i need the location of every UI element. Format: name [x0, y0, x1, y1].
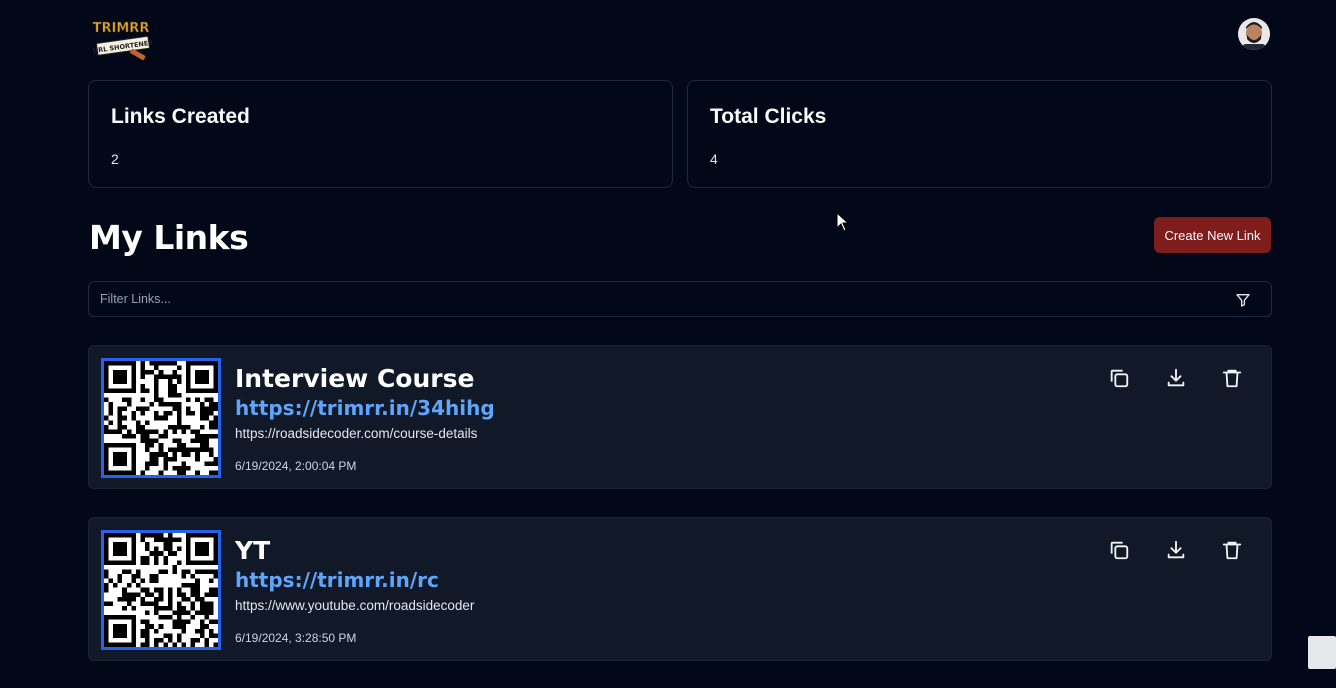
link-card[interactable]: Interview Course https://trimrr.in/34hih… [88, 345, 1272, 489]
created-date: 6/19/2024, 2:00:04 PM [235, 459, 357, 473]
copy-button[interactable] [1107, 538, 1131, 562]
links-created-value: 2 [111, 151, 119, 167]
original-url: https://www.youtube.com/roadsidecoder [235, 598, 475, 613]
total-clicks-card: Total Clicks 4 [687, 80, 1272, 188]
short-url-link[interactable]: https://trimrr.in/34hihg [235, 396, 495, 420]
copy-button[interactable] [1107, 366, 1131, 390]
link-title[interactable]: YT [235, 536, 270, 565]
mouse-cursor-icon [836, 211, 850, 232]
download-button[interactable] [1164, 366, 1188, 390]
page-title: My Links [89, 218, 249, 257]
filter-icon[interactable] [1235, 292, 1251, 308]
links-created-card: Links Created 2 [88, 80, 673, 188]
filter-links-input[interactable] [89, 282, 1229, 316]
watermark-badge [1308, 636, 1336, 669]
link-card[interactable]: YT https://trimrr.in/rc https://www.yout… [88, 517, 1272, 661]
trash-icon [1222, 541, 1242, 560]
user-avatar[interactable] [1238, 18, 1270, 50]
logo-text: TRIMRR [93, 21, 150, 36]
copy-icon [1110, 369, 1129, 388]
qr-code-image [101, 530, 221, 650]
delete-button[interactable] [1220, 366, 1244, 390]
total-clicks-label: Total Clicks [710, 105, 827, 128]
original-url: https://roadsidecoder.com/course-details [235, 426, 478, 441]
short-url-link[interactable]: https://trimrr.in/rc [235, 568, 439, 592]
delete-button[interactable] [1220, 538, 1244, 562]
download-icon [1167, 540, 1185, 559]
download-button[interactable] [1164, 538, 1188, 562]
app-logo[interactable]: URL SHORTENER TRIMRR [90, 14, 154, 64]
trash-icon [1222, 369, 1242, 388]
total-clicks-value: 4 [710, 151, 718, 167]
filter-bar [88, 281, 1272, 317]
qr-code-image [101, 358, 221, 478]
links-created-label: Links Created [111, 105, 250, 128]
download-icon [1167, 368, 1185, 387]
created-date: 6/19/2024, 3:28:50 PM [235, 631, 357, 645]
create-new-link-button[interactable]: Create New Link [1154, 217, 1271, 253]
copy-icon [1110, 541, 1129, 560]
link-title[interactable]: Interview Course [235, 364, 474, 393]
